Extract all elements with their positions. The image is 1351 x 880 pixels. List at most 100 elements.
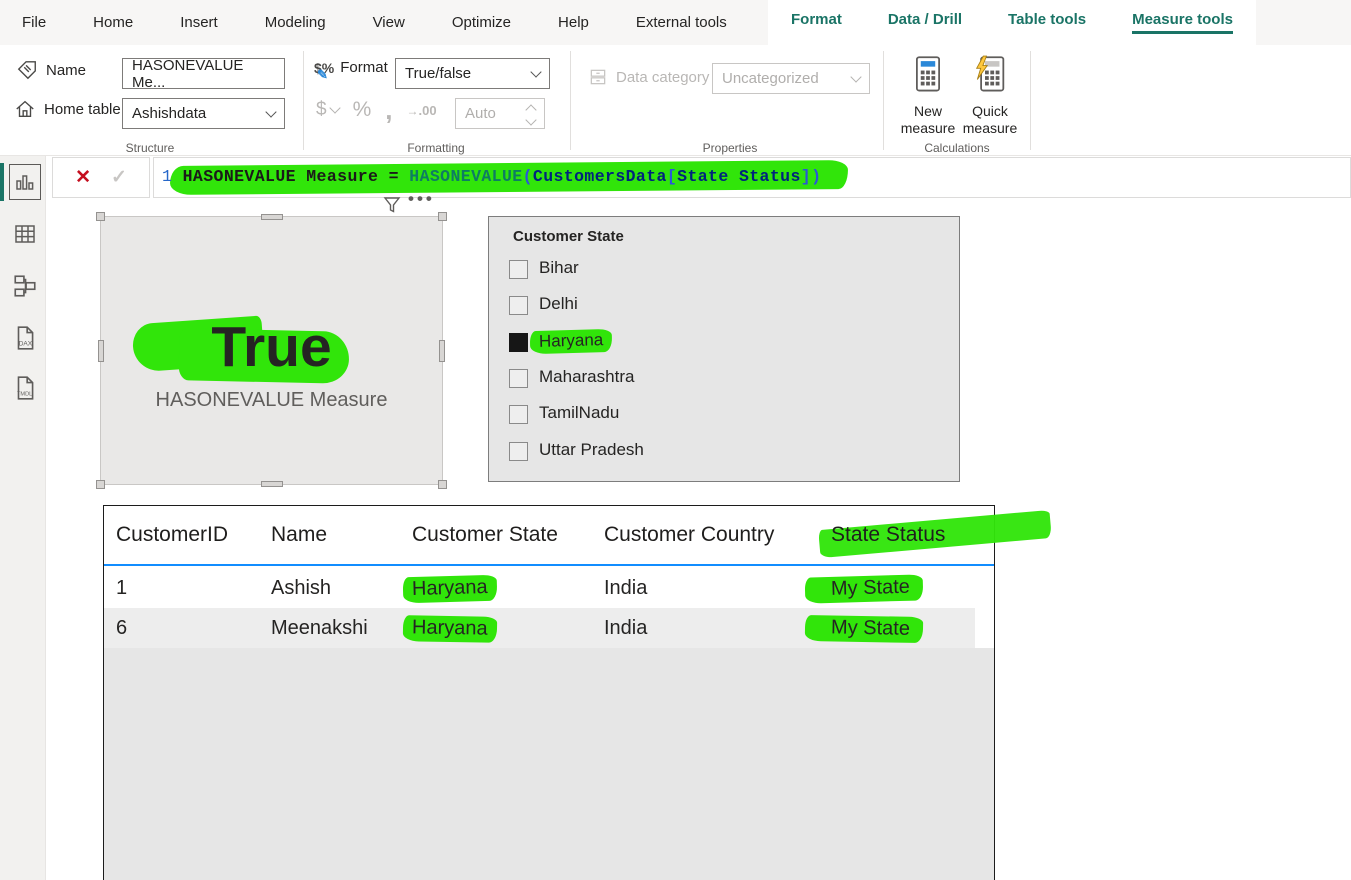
table-empty-area [104, 648, 994, 880]
svg-text:DAX: DAX [19, 341, 33, 348]
tag-icon [16, 59, 38, 81]
commit-formula-icon[interactable]: ✓ [111, 166, 127, 189]
contextual-tabs: Format Data / Drill Table tools Measure … [768, 0, 1256, 45]
slicer-item-bihar[interactable]: Bihar [489, 255, 959, 286]
dax-query-view-button[interactable]: DAX [9, 320, 41, 356]
home-table-label: Home table [44, 101, 121, 118]
dax-query-view-icon: DAX [12, 325, 38, 351]
more-options-icon[interactable]: ••• [408, 189, 435, 209]
tab-table-tools[interactable]: Table tools [985, 0, 1109, 45]
data-category-row: Data category [588, 67, 709, 87]
decimal-auto-spinner: Auto [455, 98, 545, 129]
cell-state-status: My State [831, 577, 975, 600]
checkbox-unchecked[interactable] [509, 260, 528, 279]
resize-handle[interactable] [261, 481, 283, 487]
home-icon [14, 98, 36, 120]
filter-funnel-icon[interactable] [383, 196, 401, 214]
checkbox-checked[interactable] [509, 333, 528, 352]
dax-formula-text: 1 HASONEVALUE Measure = HASONEVALUE(Cust… [162, 167, 821, 186]
resize-handle[interactable] [261, 214, 283, 220]
ribbon-divider [303, 51, 304, 150]
tab-modeling[interactable]: Modeling [265, 14, 326, 31]
tab-measure-tools[interactable]: Measure tools [1109, 0, 1256, 45]
model-view-button[interactable] [9, 268, 41, 304]
ribbon-divider [1030, 51, 1031, 150]
column-header[interactable]: Customer State [412, 523, 604, 547]
data-category-label: Data category [616, 69, 709, 86]
slicer-item-uttar-pradesh[interactable]: Uttar Pradesh [489, 437, 959, 468]
resize-handle[interactable] [438, 212, 447, 221]
new-measure-icon [911, 55, 945, 95]
cancel-formula-icon[interactable]: ✕ [75, 166, 91, 189]
tab-optimize[interactable]: Optimize [452, 14, 511, 31]
table-row[interactable]: 1 Ashish Haryana India My State [104, 568, 975, 608]
table-view-icon [13, 222, 37, 246]
data-category-icon [588, 67, 608, 87]
table-visual[interactable]: CustomerID Name Customer State Customer … [103, 505, 995, 880]
card-value: True [101, 314, 442, 380]
formula-commit-buttons: ✕ ✓ [52, 157, 150, 198]
slicer-visual[interactable]: Customer State Bihar Delhi Haryana Mahar… [488, 216, 960, 482]
properties-section-label: Properties [640, 141, 820, 155]
chevron-down-icon [850, 71, 861, 82]
view-sidebar: DAX TMDL [0, 156, 46, 880]
column-header-state-status[interactable]: State Status [831, 523, 994, 547]
green-highlight-scribble: Haryana [403, 615, 497, 643]
tab-data-drill[interactable]: Data / Drill [865, 0, 985, 45]
tab-external-tools[interactable]: External tools [636, 14, 727, 31]
dax-formula-bar[interactable]: 1 HASONEVALUE Measure = HASONEVALUE(Cust… [153, 157, 1351, 198]
checkbox-unchecked[interactable] [509, 296, 528, 315]
checkbox-unchecked[interactable] [509, 405, 528, 424]
table-view-button[interactable] [9, 216, 41, 252]
measure-name-input[interactable]: HASONEVALUE Me... [122, 58, 285, 89]
card-visual[interactable]: True HASONEVALUE Measure [100, 216, 443, 485]
quick-measure-button[interactable]: Quick measure [958, 55, 1022, 137]
chevron-down-icon [329, 102, 340, 113]
cell-customer-country: India [604, 577, 831, 600]
green-highlight-scribble: Haryana [403, 574, 497, 603]
format-select[interactable]: True/false [395, 58, 550, 89]
green-highlight-scribble: My State [805, 614, 923, 642]
currency-icon[interactable]: $ [316, 99, 339, 121]
home-table-select[interactable]: Ashishdata [122, 98, 285, 129]
table-row[interactable]: 6 Meenakshi Haryana India My State [104, 608, 975, 648]
svg-text:TMDL: TMDL [17, 392, 32, 398]
model-view-icon [12, 273, 38, 299]
column-header[interactable]: CustomerID [116, 523, 271, 547]
calculations-section-label: Calculations [867, 141, 1047, 155]
resize-handle[interactable] [98, 340, 104, 362]
tab-view[interactable]: View [373, 14, 405, 31]
tab-home[interactable]: Home [93, 14, 133, 31]
slicer-item-tamilnadu[interactable]: TamilNadu [489, 400, 959, 431]
name-row: Name [16, 59, 86, 81]
checkbox-unchecked[interactable] [509, 369, 528, 388]
checkbox-unchecked[interactable] [509, 442, 528, 461]
home-table-row: Home table [14, 98, 121, 120]
data-category-select: Uncategorized [712, 63, 870, 94]
tmdl-view-button[interactable]: TMDL [9, 370, 41, 406]
cell-name: Ashish [271, 577, 412, 600]
tab-help[interactable]: Help [558, 14, 589, 31]
ribbon: Name HASONEVALUE Me... Home table Ashish… [0, 45, 1351, 156]
percent-icon[interactable]: % [353, 98, 372, 122]
column-header[interactable]: Customer Country [604, 523, 831, 547]
new-measure-button[interactable]: New measure [896, 55, 960, 137]
slicer-item-delhi[interactable]: Delhi [489, 291, 959, 322]
cell-name: Meenakshi [271, 617, 412, 640]
resize-handle[interactable] [439, 340, 445, 362]
number-format-icons: $ % , →.00 [316, 98, 437, 122]
resize-handle[interactable] [96, 480, 105, 489]
decimal-places-icon[interactable]: →.00 [407, 103, 437, 118]
comma-icon[interactable]: , [385, 105, 392, 115]
resize-handle[interactable] [438, 480, 447, 489]
resize-handle[interactable] [96, 212, 105, 221]
green-highlight-scribble: My State [805, 574, 924, 603]
powerbi-window: File Home Insert Modeling View Optimize … [0, 0, 1351, 880]
tab-format[interactable]: Format [768, 0, 865, 45]
slicer-item-haryana[interactable]: Haryana [489, 328, 959, 359]
column-header[interactable]: Name [271, 523, 412, 547]
slicer-item-maharashtra[interactable]: Maharashtra [489, 364, 959, 395]
tab-insert[interactable]: Insert [180, 14, 218, 31]
report-view-button[interactable] [9, 164, 41, 200]
tab-file[interactable]: File [22, 14, 46, 31]
